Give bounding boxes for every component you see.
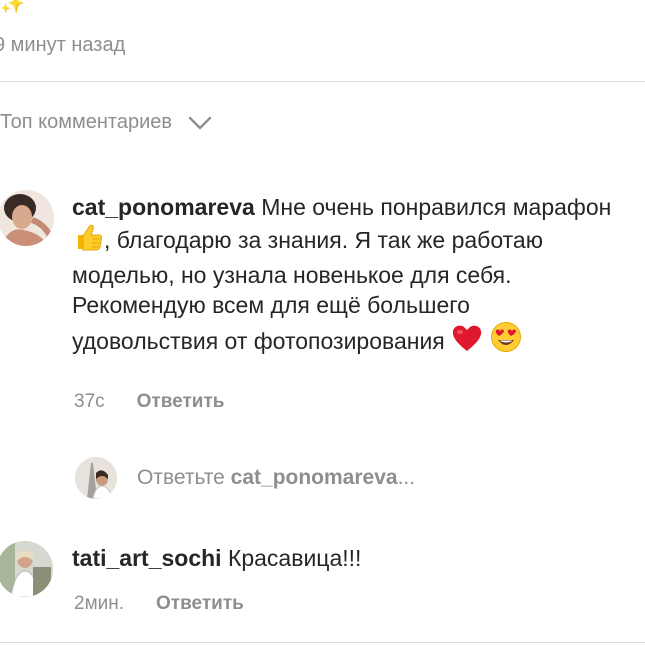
comment-username[interactable]: cat_ponomareva bbox=[72, 194, 255, 220]
avatar[interactable] bbox=[0, 190, 54, 246]
avatar-photo bbox=[75, 457, 117, 499]
reply-suffix: ... bbox=[397, 466, 416, 489]
comment-time: 2мин. bbox=[74, 593, 125, 614]
reply-button[interactable]: Ответить bbox=[156, 593, 244, 614]
post-timestamp: 9 минут назад bbox=[0, 34, 126, 56]
thumbs-up-icon bbox=[72, 222, 104, 259]
reply-button[interactable]: Ответить bbox=[137, 391, 225, 412]
reply-prefix: Ответьте bbox=[137, 466, 231, 489]
comment-body: cat_ponomareva Мне очень понравился мара… bbox=[72, 192, 612, 360]
comment-username[interactable]: tati_art_sochi bbox=[72, 545, 222, 571]
top-comments-toggle[interactable]: Топ комментариев bbox=[0, 111, 212, 134]
divider bbox=[0, 81, 645, 82]
heart-icon bbox=[451, 323, 483, 360]
comment-meta: 2мин. Ответить bbox=[74, 593, 244, 615]
comment-body: tati_art_sochi Красавица!!! bbox=[72, 543, 361, 573]
comment-text: Красавица!!! bbox=[221, 545, 362, 571]
comment-meta: 37с Ответить bbox=[74, 391, 224, 413]
reply-placeholder: Ответьте cat_ponomareva... bbox=[137, 466, 415, 490]
divider bbox=[0, 642, 645, 643]
reply-input[interactable]: Ответьте cat_ponomareva... bbox=[75, 457, 415, 499]
avatar bbox=[75, 457, 117, 499]
comment-text: Мне очень понравился марафон bbox=[254, 194, 612, 220]
avatar[interactable] bbox=[0, 541, 53, 597]
avatar-photo bbox=[0, 541, 53, 597]
heart-eyes-icon bbox=[490, 321, 522, 360]
sparkle-icon: ✨ bbox=[0, 0, 25, 15]
top-comments-label: Топ комментариев bbox=[0, 111, 173, 133]
chevron-down-icon bbox=[188, 116, 212, 129]
avatar-photo bbox=[0, 190, 54, 246]
comment-time: 37с bbox=[74, 391, 105, 412]
reply-target-username: cat_ponomareva bbox=[230, 466, 398, 489]
